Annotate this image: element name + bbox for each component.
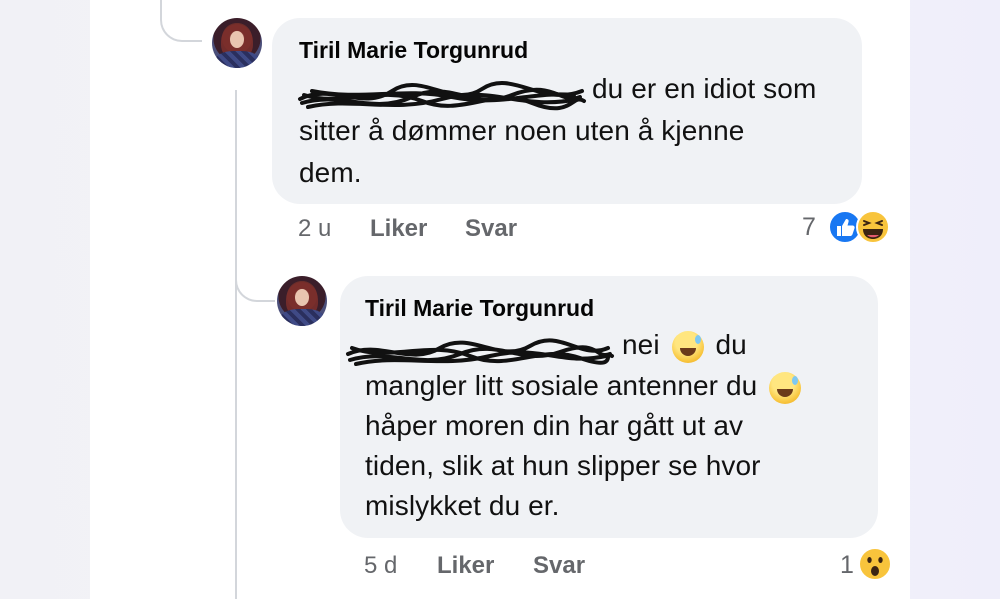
reply-text: du (715, 329, 747, 360)
thread-connector-top (160, 0, 202, 42)
comment-author[interactable]: Tiril Marie Torgunrud (299, 37, 528, 64)
reply-text-line: tiden, slik at hun slipper se hvor (365, 450, 761, 481)
comment-thread-panel: Tiril Marie Torgunrud du er en idiot som… (90, 0, 910, 599)
redacted-mention-scribble (298, 81, 586, 111)
reply-text-line: mislykket du er. (365, 490, 560, 521)
reply-text-line-1: nei du (622, 329, 747, 363)
reply-bubble: Tiril Marie Torgunrud nei du mangler lit… (340, 276, 878, 538)
comment-text-line: du er en idiot som (592, 73, 817, 104)
reply-button[interactable]: Svar (465, 215, 517, 243)
comment-bubble: Tiril Marie Torgunrud du er en idiot som… (272, 18, 862, 204)
grinning-sweat-face-icon (671, 330, 704, 363)
thread-connector-vertical (235, 90, 237, 599)
grinning-sweat-face-icon (769, 371, 802, 404)
comment-timestamp[interactable]: 2 u (298, 215, 331, 243)
reply-text-line-2: mangler litt sosiale antenner du (365, 370, 805, 404)
comment-timestamp[interactable]: 5 d (364, 552, 397, 580)
comment-text-line: sitter å dømmer noen uten å kjenne (299, 115, 745, 146)
reply-button[interactable]: Svar (533, 552, 585, 580)
reaction-count[interactable]: 7 (802, 213, 816, 242)
avatar[interactable] (277, 276, 327, 326)
like-button[interactable]: Liker (370, 215, 427, 243)
wow-face-icon (858, 547, 892, 581)
reply-text: mangler litt sosiale antenner du (365, 370, 758, 401)
thread-connector-reply (235, 260, 275, 302)
comment-author[interactable]: Tiril Marie Torgunrud (365, 295, 594, 322)
reaction-count[interactable]: 1 (840, 551, 854, 580)
reply-text: nei (622, 329, 660, 360)
redacted-mention-scribble (346, 338, 614, 366)
reply-text-line: håper moren din har gått ut av (365, 410, 744, 441)
avatar[interactable] (212, 18, 262, 68)
comment-text-line: dem. (299, 157, 362, 188)
like-button[interactable]: Liker (437, 552, 494, 580)
laughing-face-icon (856, 210, 890, 244)
